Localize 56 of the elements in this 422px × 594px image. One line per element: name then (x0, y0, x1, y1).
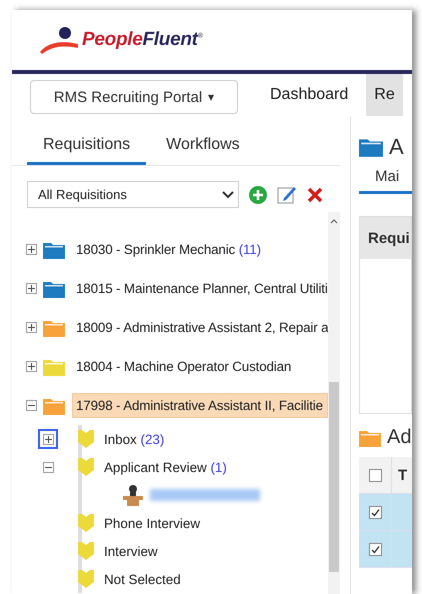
scroll-up-icon[interactable] (330, 218, 338, 224)
folder-icon (43, 280, 65, 298)
add-icon[interactable] (249, 186, 267, 204)
expand-toggle[interactable] (26, 283, 37, 294)
filter-select[interactable]: All Requisitions (27, 181, 239, 208)
minus-icon (28, 402, 35, 409)
expand-toggle[interactable] (26, 244, 37, 255)
requisition-item[interactable]: 18004 - Machine Operator Custodian (72, 354, 328, 379)
scrollbar[interactable] (328, 212, 340, 594)
select-all-checkbox[interactable] (368, 468, 382, 482)
stage-icon (78, 542, 94, 560)
stage-label[interactable]: Applicant Review (1) (104, 460, 227, 474)
main-tab[interactable]: Mai (359, 160, 412, 194)
nav-tab[interactable]: Re (366, 74, 403, 116)
panel-tab[interactable]: Requisitions (27, 132, 146, 165)
expand-toggle[interactable] (26, 322, 37, 333)
plus-icon (28, 363, 35, 370)
stage-label[interactable]: Interview (104, 544, 158, 558)
stage-label[interactable]: Not Selected (104, 572, 181, 586)
folder-icon (43, 358, 65, 376)
expand-toggle[interactable] (26, 361, 37, 372)
expand-toggle[interactable] (38, 429, 58, 449)
requisition-item[interactable]: 18015 - Maintenance Planner, Central Utiliti (72, 276, 328, 301)
stage-icon (78, 514, 94, 532)
panel-title: A (389, 134, 404, 160)
requisition-item[interactable]: 17998 - Administrative Assistant II, Facilitie (72, 393, 328, 418)
column-header: Requi (360, 217, 411, 259)
folder-icon (359, 428, 381, 446)
row-checkbox[interactable] (368, 542, 382, 556)
edit-icon[interactable] (277, 184, 297, 204)
logo: PeopleFluent$^{®}$ (40, 26, 203, 54)
expand-toggle[interactable] (26, 400, 37, 411)
person-at-desk-icon (122, 484, 144, 506)
row-checkbox[interactable] (368, 506, 382, 518)
nav-tab[interactable]: Dashboard (252, 74, 366, 116)
plus-icon (44, 436, 52, 442)
section-title: Ad (387, 426, 412, 449)
chevron-down-icon (222, 190, 234, 198)
portal-dropdown[interactable]: RMS Recruiting Portal ▾ (30, 80, 238, 114)
folder-icon (43, 318, 65, 336)
delete-icon[interactable] (307, 186, 323, 202)
panel-tab[interactable]: Workflows (150, 132, 256, 165)
plus-icon (28, 324, 35, 331)
stage-label[interactable]: Phone Interview (104, 516, 200, 530)
stage-icon (78, 458, 94, 476)
folder-icon (359, 137, 383, 157)
requisition-item[interactable]: 18030 - Sprinkler Mechanic (11) (72, 237, 328, 262)
column-header: T (397, 466, 408, 484)
stage-icon (78, 570, 94, 588)
plus-icon (28, 246, 35, 253)
stage-label[interactable]: Inbox (23) (104, 432, 164, 446)
folder-icon (43, 240, 65, 258)
stage-icon (78, 430, 94, 448)
plus-icon (28, 285, 35, 292)
requisition-item[interactable]: 18009 - Administrative Assistant 2, Repair a (72, 315, 328, 340)
folder-icon (43, 396, 65, 414)
